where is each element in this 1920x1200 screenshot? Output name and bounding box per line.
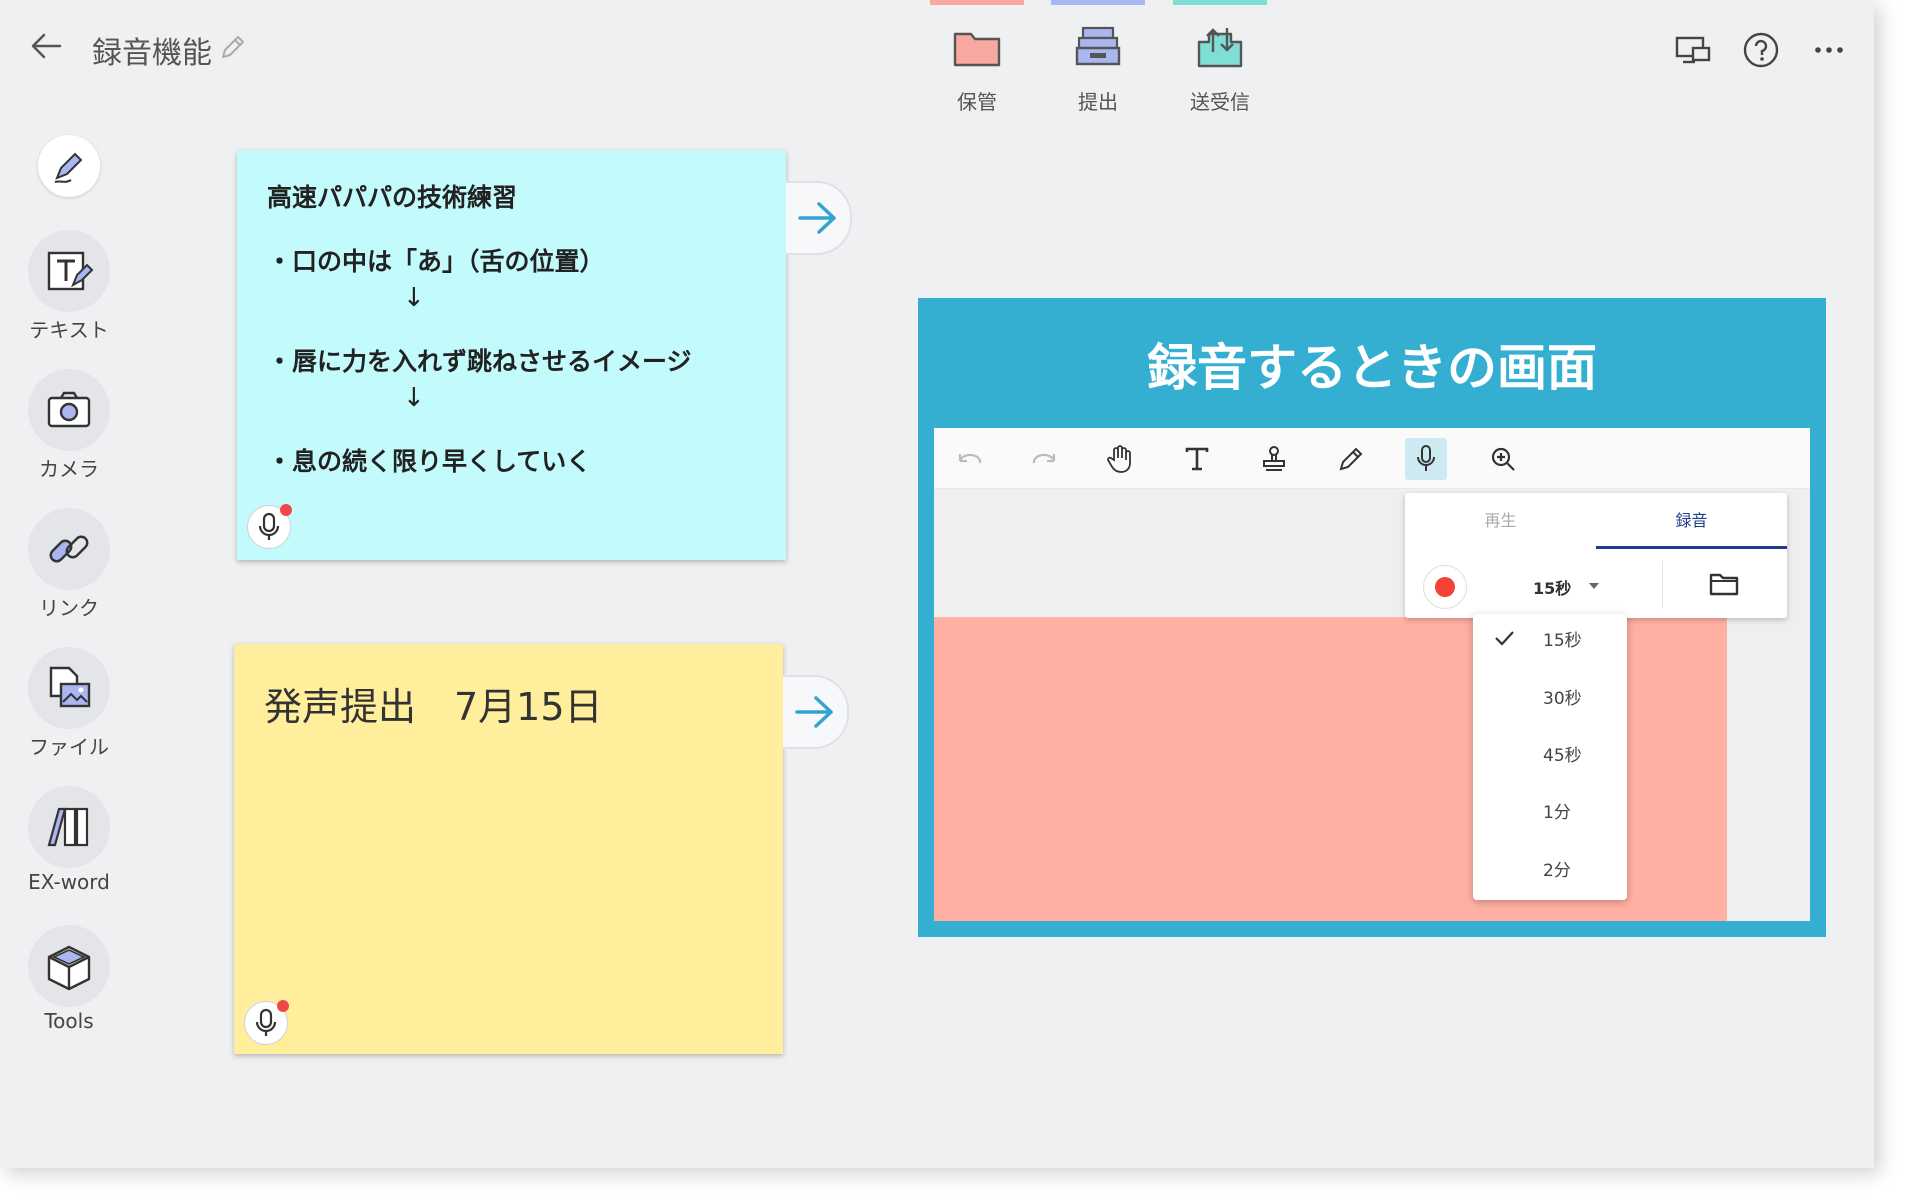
sidebar-item-tools[interactable]: Tools: [18, 925, 120, 1033]
duration-option[interactable]: 1分: [1473, 786, 1627, 834]
sidebar-item-ex-word[interactable]: EX-word: [18, 786, 120, 894]
card-line: ・息の続く限り早くしていく: [267, 447, 592, 476]
sidebar-item-link[interactable]: リンク: [18, 508, 120, 621]
storage-label: 保管: [957, 90, 997, 114]
microphone-tool-icon[interactable]: [1405, 438, 1447, 480]
editor-toolbar: [934, 428, 1810, 489]
sidebar-item-label: Tools: [44, 1009, 94, 1033]
send-receive-icon: [1197, 28, 1243, 68]
card-down-arrow: ↓: [403, 283, 425, 313]
folder-open-icon[interactable]: [1709, 571, 1739, 597]
microphone-icon: [255, 1008, 277, 1036]
note-card-submission[interactable]: 発声提出 7月15日: [234, 644, 783, 1054]
zoom-in-icon[interactable]: [1482, 438, 1524, 480]
storage-button[interactable]: 保管: [930, 0, 1024, 120]
submit-accent-bar: [1051, 0, 1145, 5]
card-line: ・口の中は「あ」（舌の位置）: [267, 247, 605, 276]
text-icon: [28, 230, 110, 312]
card-audio-button[interactable]: [244, 1000, 289, 1045]
tray-icon: [1075, 26, 1121, 66]
sidebar-item-label: リンク: [39, 596, 99, 620]
screen-share-icon[interactable]: [1673, 30, 1713, 70]
card-line: ・唇に力を入れず跳ねさせるイメージ: [267, 347, 692, 376]
sidebar-item-label: EX-word: [28, 870, 110, 894]
submit-button[interactable]: 提出: [1051, 0, 1145, 120]
tab-record[interactable]: 録音: [1596, 493, 1787, 549]
link-icon: [28, 508, 110, 590]
tab-playback[interactable]: 再生: [1405, 493, 1596, 549]
sidebar-item-label: テキスト: [29, 318, 109, 342]
sidebar-item-camera[interactable]: カメラ: [18, 369, 120, 482]
duration-dropdown: 15秒 30秒 45秒 1分 2分: [1473, 614, 1627, 900]
duration-option[interactable]: 45秒: [1473, 729, 1627, 777]
recording-indicator: [280, 504, 292, 516]
back-arrow-icon: [31, 33, 62, 59]
hand-icon[interactable]: [1099, 438, 1141, 480]
record-button[interactable]: [1423, 565, 1467, 609]
audio-popup: 再生 録音 15秒: [1405, 493, 1787, 618]
recording-indicator: [277, 1000, 289, 1012]
text-tool-icon[interactable]: [1176, 438, 1218, 480]
page-title: 録音機能: [92, 36, 212, 71]
camera-icon: [28, 369, 110, 451]
edit-title-icon[interactable]: [218, 32, 248, 66]
file-icon: [28, 647, 110, 729]
duration-option[interactable]: 30秒: [1473, 672, 1627, 720]
sidebar-item-text[interactable]: テキスト: [18, 230, 120, 343]
panel-title: 録音するときの画面: [1147, 339, 1597, 397]
card-audio-button[interactable]: [247, 504, 292, 549]
duration-option[interactable]: 15秒: [1473, 614, 1627, 662]
redo-icon[interactable]: [1024, 438, 1066, 480]
sidebar-item-pen[interactable]: [18, 135, 120, 197]
help-icon[interactable]: [1741, 30, 1781, 70]
back-button[interactable]: [26, 26, 66, 66]
note-card-technique[interactable]: 高速パパパの技術練習 ・口の中は「あ」（舌の位置） ↓ ・唇に力を入れず跳ねさせ…: [237, 150, 786, 560]
divider: [1662, 561, 1663, 609]
folder-icon: [953, 32, 1001, 67]
card-link-arrow[interactable]: [786, 181, 852, 255]
toolbox-icon: [28, 925, 110, 1007]
card-text: 発声提出 7月15日: [264, 685, 603, 729]
arrow-right-icon: [795, 696, 833, 728]
microphone-icon: [258, 512, 280, 540]
more-icon[interactable]: [1809, 30, 1849, 70]
dictionary-icon: [28, 786, 110, 868]
record-dot-icon: [1435, 577, 1455, 597]
pencil-icon[interactable]: [1330, 438, 1372, 480]
send-receive-button[interactable]: 送受信: [1173, 0, 1267, 120]
arrow-right-icon: [798, 202, 836, 234]
duration-select[interactable]: 15秒: [1533, 575, 1571, 599]
undo-icon[interactable]: [948, 438, 990, 480]
caret-down-icon: [1589, 583, 1599, 589]
sidebar-item-label: カメラ: [39, 457, 99, 481]
card-down-arrow: ↓: [403, 383, 425, 413]
recording-screen-panel: 録音するときの画面 再生 録音 15秒 15秒 30秒 45秒 1分 2分: [918, 298, 1826, 937]
pen-icon: [38, 135, 100, 197]
recording-screenshot: 再生 録音 15秒 15秒 30秒 45秒 1分 2分: [934, 428, 1810, 921]
sidebar-item-label: ファイル: [29, 735, 109, 759]
sidebar-item-file[interactable]: ファイル: [18, 647, 120, 760]
send-receive-label: 送受信: [1190, 90, 1250, 114]
storage-accent-bar: [930, 0, 1024, 5]
duration-option[interactable]: 2分: [1473, 844, 1627, 892]
app-window: 録音機能 保管 提出 送受信 テキスト カメラ リンク ファイル EX-word…: [0, 0, 1874, 1168]
submit-label: 提出: [1078, 90, 1118, 114]
send-receive-accent-bar: [1173, 0, 1267, 5]
check-icon: [1495, 631, 1514, 646]
card-link-arrow[interactable]: [783, 675, 849, 749]
card-title: 高速パパパの技術練習: [267, 183, 518, 212]
stamp-icon[interactable]: [1253, 438, 1295, 480]
